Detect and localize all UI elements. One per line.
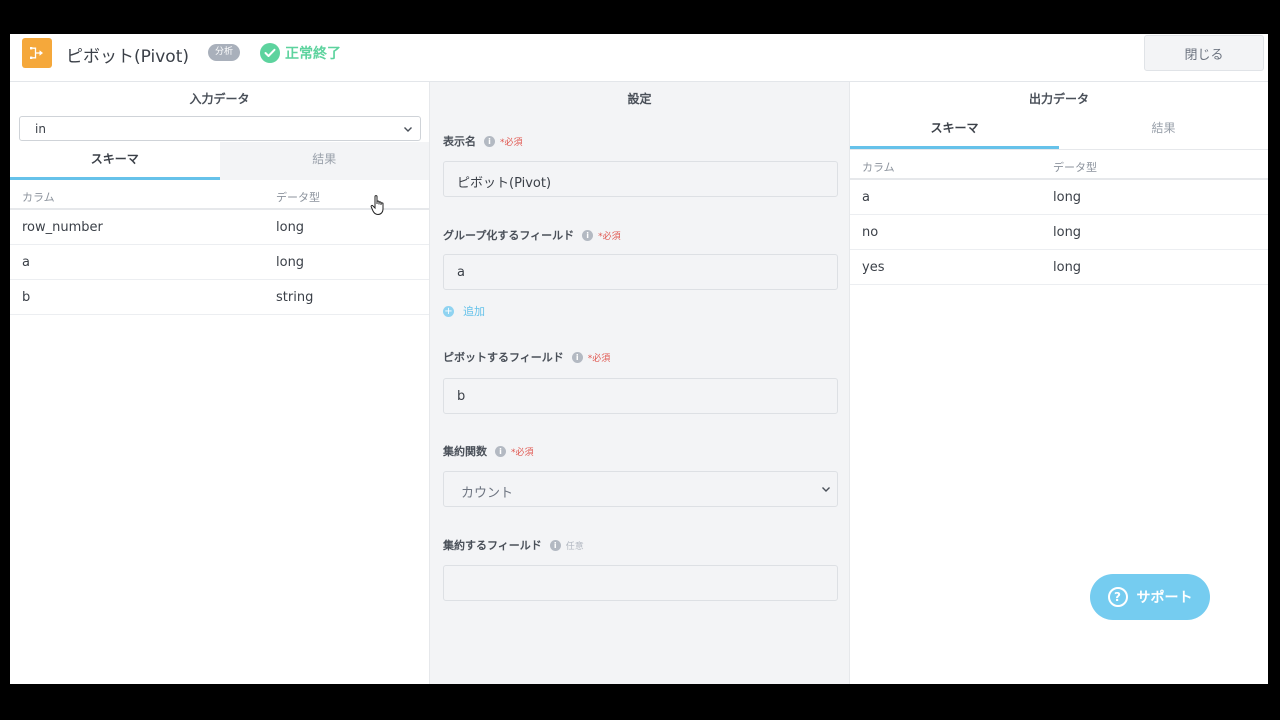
cell-column-name: row_number xyxy=(22,220,103,235)
pivot-field-value: b xyxy=(457,389,466,404)
table-row: b string xyxy=(10,280,429,315)
table-row: row_number long xyxy=(10,210,429,245)
aggregate-function-value: カウント xyxy=(461,486,514,501)
close-button[interactable]: 閉じる xyxy=(1144,35,1264,71)
cell-column-name: a xyxy=(862,190,870,205)
input-tabs: スキーマ 結果 xyxy=(10,142,429,180)
required-marker: *必須 xyxy=(511,447,534,458)
pivot-field-label: ピボットするフィールド i *必須 xyxy=(443,349,610,365)
tab-input-schema[interactable]: スキーマ xyxy=(10,142,220,180)
input-data-heading: 入力データ xyxy=(189,92,250,106)
aggregate-function-label: 集約関数 i *必須 xyxy=(443,443,534,459)
status-text: 正常終了 xyxy=(285,46,341,62)
column-header-type: データ型 xyxy=(276,191,320,204)
display-name-label-text: 表示名 xyxy=(443,135,476,148)
table-row: a long xyxy=(10,245,429,280)
output-tabs: スキーマ 結果 xyxy=(850,111,1268,149)
display-name-label: 表示名 i *必須 xyxy=(443,133,523,149)
pivot-field-input[interactable]: b xyxy=(443,378,838,414)
chevron-down-icon xyxy=(822,487,830,492)
cell-data-type: long xyxy=(1053,260,1082,275)
cell-column-name: a xyxy=(22,255,30,270)
dataset-select[interactable]: in xyxy=(19,116,421,141)
input-data-panel: 入力データ in スキーマ 結果 カラム データ型 row_number lon… xyxy=(10,82,430,684)
cell-data-type: long xyxy=(1053,190,1082,205)
display-name-input[interactable]: ピボット(Pivot) xyxy=(443,161,838,197)
plus-circle-icon: + xyxy=(443,305,454,317)
group-field-value: a xyxy=(457,265,465,280)
add-group-field-button[interactable]: + 追加 xyxy=(443,303,485,319)
output-data-heading: 出力データ xyxy=(1028,92,1089,106)
help-circle-icon: ? xyxy=(1107,587,1128,607)
cell-column-name: b xyxy=(22,290,31,305)
info-icon[interactable]: i xyxy=(571,351,583,363)
tab-output-result[interactable]: 結果 xyxy=(1059,111,1268,149)
aggregate-function-select[interactable]: カウント xyxy=(443,471,838,507)
info-icon[interactable]: i xyxy=(582,229,594,241)
cell-data-type: string xyxy=(276,290,314,305)
input-schema-table: カラム データ型 row_number long a long b string xyxy=(10,180,429,315)
aggregate-field-label: 集約するフィールド i 任意 xyxy=(443,537,584,553)
settings-panel: 設定 表示名 i *必須 ピボット(Pivot) グループ化するフィールド i … xyxy=(430,82,850,684)
tab-input-result[interactable]: 結果 xyxy=(219,142,429,180)
cell-data-type: long xyxy=(276,255,305,270)
cell-data-type: long xyxy=(276,220,305,235)
info-icon[interactable]: i xyxy=(495,445,506,457)
info-icon[interactable]: i xyxy=(484,135,495,147)
column-header-name: カラム xyxy=(862,161,895,174)
table-row: no long xyxy=(850,215,1268,250)
cell-column-name: no xyxy=(862,225,879,240)
support-label: サポート xyxy=(1136,590,1193,606)
optional-marker: 任意 xyxy=(565,541,584,552)
cell-data-type: long xyxy=(1053,225,1082,240)
group-fields-label: グループ化するフィールド i *必須 xyxy=(443,227,621,243)
header-bar: ピボット(Pivot) 分析 正常終了 閉じる xyxy=(10,34,1268,82)
status-indicator: 正常終了 xyxy=(260,42,341,64)
tab-output-schema[interactable]: スキーマ xyxy=(850,111,1059,149)
table-row: yes long xyxy=(850,250,1268,285)
support-button[interactable]: ? サポート xyxy=(1090,574,1210,620)
output-schema-table: カラム データ型 a long no long yes long xyxy=(850,150,1268,285)
group-fields-label-text: グループ化するフィールド xyxy=(443,229,575,242)
aggregate-function-label-text: 集約関数 xyxy=(443,445,487,458)
cell-column-name: yes xyxy=(862,260,885,275)
required-marker: *必須 xyxy=(598,231,621,242)
category-badge: 分析 xyxy=(208,44,241,61)
pivot-node-icon xyxy=(22,38,52,68)
check-circle-icon xyxy=(260,43,280,63)
table-header: カラム データ型 xyxy=(850,150,1268,180)
required-marker: *必須 xyxy=(500,137,523,148)
node-title: ピボット(Pivot) xyxy=(66,47,189,67)
add-label: 追加 xyxy=(463,305,485,318)
info-icon[interactable]: i xyxy=(549,539,561,551)
aggregate-field-label-text: 集約するフィールド xyxy=(443,539,542,552)
settings-heading: 設定 xyxy=(627,92,652,106)
table-header: カラム データ型 xyxy=(10,180,429,210)
display-name-value: ピボット(Pivot) xyxy=(457,176,552,191)
hand-cursor-icon xyxy=(370,195,384,216)
column-header-type: データ型 xyxy=(1053,161,1097,174)
dataset-select-value: in xyxy=(35,122,46,136)
required-marker: *必須 xyxy=(587,353,611,364)
column-header-name: カラム xyxy=(22,191,55,204)
pivot-field-label-text: ピボットするフィールド xyxy=(443,351,564,364)
aggregate-field-input[interactable] xyxy=(443,565,838,601)
chevron-down-icon xyxy=(404,127,412,132)
table-row: a long xyxy=(850,180,1268,215)
pivot-node-window: ピボット(Pivot) 分析 正常終了 閉じる 入力データ in スキーマ 結果… xyxy=(10,34,1268,684)
group-field-input[interactable]: a xyxy=(443,254,838,290)
